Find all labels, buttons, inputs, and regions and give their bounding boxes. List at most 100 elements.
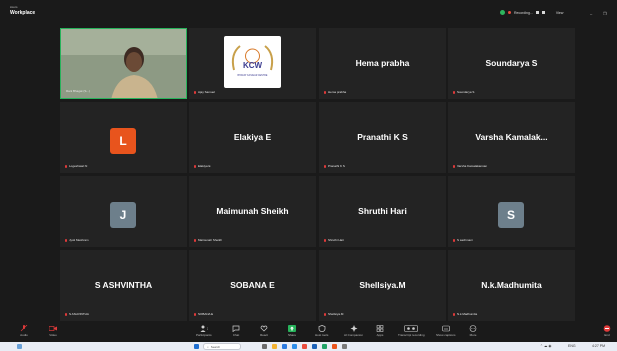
people-icon: 16 — [200, 325, 208, 332]
pause-icon[interactable] — [535, 11, 539, 14]
participant-caption: Soundarya S — [453, 90, 474, 94]
participant-tile[interactable]: N.k.Madhumita N.k.Madhumita — [448, 250, 575, 321]
participant-caption: Jyoti Meshram — [65, 238, 89, 242]
search-icon: ⌕ — [207, 344, 209, 349]
mic-muted-icon — [194, 90, 196, 94]
host-tools-button[interactable]: Host tools — [315, 325, 328, 337]
participant-caption: S sachmani — [453, 238, 473, 242]
participant-name: Soundarya S — [485, 58, 538, 68]
task-view-icon[interactable] — [262, 344, 267, 349]
mic-muted-icon — [324, 238, 326, 242]
folder-icon[interactable] — [272, 344, 277, 349]
caption-text: Hema prabha — [328, 90, 347, 94]
sparkle-icon — [350, 325, 358, 332]
mic-muted-icon — [194, 238, 196, 242]
word-icon[interactable] — [312, 344, 317, 349]
participant-caption: Logeshwari N — [65, 164, 87, 168]
caption-text: N.k.Madhumita — [457, 312, 478, 316]
avatar: J — [110, 202, 136, 228]
heart-icon — [260, 325, 268, 332]
participant-caption: Shruthi Hari — [324, 238, 344, 242]
transcript-button[interactable]: Transcript recording — [398, 325, 425, 337]
captions-button[interactable]: Show captions — [436, 325, 456, 337]
settings-icon[interactable] — [342, 344, 347, 349]
participant-tile[interactable]: Varsha Kamalak... Varsha Kamalakannan — [448, 102, 575, 173]
recording-label: Recording... — [514, 10, 533, 15]
participant-caption: Ajay Samuel — [194, 90, 215, 94]
participant-name: SOBANA E — [230, 280, 275, 290]
participant-tile-avatar[interactable]: S S sachmani — [448, 176, 575, 247]
more-label: More — [469, 333, 477, 337]
participant-tile[interactable]: Pranathi K S Pranathi K S — [319, 102, 446, 173]
zoom-icon[interactable] — [282, 344, 287, 349]
caption-text: Maimunah Sheikh — [198, 238, 223, 242]
title-bar: zoom Workplace Recording... View – ❐ — [0, 0, 617, 22]
participant-tile[interactable]: Elakiya E Elakiya E — [189, 102, 316, 173]
react-button[interactable]: React — [260, 325, 268, 337]
caption-text: Shruthi Hari — [328, 238, 344, 242]
college-logo: KCW BHAKAT KASIGAR CENTRE — [224, 36, 281, 88]
caption-text: Rani Bhagat (S...) — [66, 89, 90, 93]
participant-caption: Pranathi K S — [324, 164, 345, 168]
participant-name: Maimunah Sheikh — [216, 206, 289, 216]
search-placeholder: Search — [210, 344, 221, 349]
recording-indicator[interactable]: Recording... View — [500, 10, 563, 15]
stop-icon[interactable] — [541, 11, 545, 14]
host-tools-label: Host tools — [315, 333, 329, 337]
participant-tile-video[interactable]: Rani Bhagat (S...) — [60, 28, 187, 99]
participant-tile[interactable]: Shruthi Hari Shruthi Hari — [319, 176, 446, 247]
mic-muted-icon — [194, 312, 196, 316]
share-button[interactable]: Share — [288, 325, 296, 337]
participant-name: Hema prabha — [355, 58, 410, 68]
participant-tile[interactable]: Hema prabha Hema prabha — [319, 28, 446, 99]
logo-subtext: BHAKAT KASIGAR CENTRE — [238, 74, 268, 77]
more-button[interactable]: More — [469, 325, 477, 337]
apps-icon — [376, 325, 384, 332]
audio-button[interactable]: Audio — [20, 325, 28, 337]
avatar: S — [498, 202, 524, 228]
mic-muted-icon — [324, 90, 326, 94]
participant-name: N.k.Madhumita — [481, 280, 542, 290]
app-icon[interactable] — [302, 344, 307, 349]
participants-button[interactable]: 16 Participants — [196, 325, 212, 337]
chat-icon — [232, 325, 240, 332]
participant-tile[interactable]: S ASHVINTHA S ASHVINTHA — [60, 250, 187, 321]
mic-muted-icon — [65, 238, 67, 242]
video-button[interactable]: Video — [49, 325, 57, 337]
search-box[interactable]: ⌕ Search — [203, 343, 241, 350]
chrome-icon[interactable] — [332, 344, 337, 349]
clock[interactable]: 4:27 PM — [592, 344, 605, 348]
end-label: End — [604, 333, 610, 337]
apps-button[interactable]: Apps — [376, 325, 384, 337]
participant-caption: Maimunah Sheikh — [194, 238, 222, 242]
transcript-label: Transcript recording — [398, 333, 425, 337]
participant-tile[interactable]: Soundarya S Soundarya S — [448, 28, 575, 99]
caption-text: Pranathi K S — [328, 164, 345, 168]
chat-button[interactable]: Chat — [232, 325, 240, 337]
caption-text: Logeshwari N — [69, 164, 88, 168]
restore-icon[interactable]: ❐ — [603, 11, 607, 16]
view-label[interactable]: View — [556, 11, 564, 15]
ai-companion-button[interactable]: AI Companion — [344, 325, 363, 337]
mic-muted-icon — [453, 90, 455, 94]
weather-icon[interactable] — [17, 344, 22, 349]
participant-tile[interactable]: Shellsiya.M Shellsiya.M — [319, 250, 446, 321]
participant-caption: SOBANA E — [194, 312, 213, 316]
participant-tile-logo[interactable]: KCW BHAKAT KASIGAR CENTRE Ajay Samuel — [189, 28, 316, 99]
participant-tile-avatar[interactable]: J Jyoti Meshram — [60, 176, 187, 247]
participants-count: 16 — [207, 327, 208, 331]
minimize-icon[interactable]: – — [590, 11, 592, 16]
mic-muted-icon — [324, 312, 326, 316]
participant-tile[interactable]: SOBANA E SOBANA E — [189, 250, 316, 321]
excel-icon[interactable] — [322, 344, 327, 349]
language-indicator[interactable]: ENG — [568, 344, 576, 348]
participant-tile[interactable]: Maimunah Sheikh Maimunah Sheikh — [189, 176, 316, 247]
edge-icon[interactable] — [292, 344, 297, 349]
mic-muted-icon — [65, 312, 67, 316]
avatar: L — [110, 128, 136, 154]
tray-icons[interactable]: ⌃ ☁ ◉ — [540, 344, 551, 348]
participant-caption: Hema prabha — [324, 90, 346, 94]
participant-tile-avatar[interactable]: L Logeshwari N — [60, 102, 187, 173]
start-icon[interactable] — [194, 344, 199, 349]
end-button[interactable]: End — [603, 325, 611, 337]
